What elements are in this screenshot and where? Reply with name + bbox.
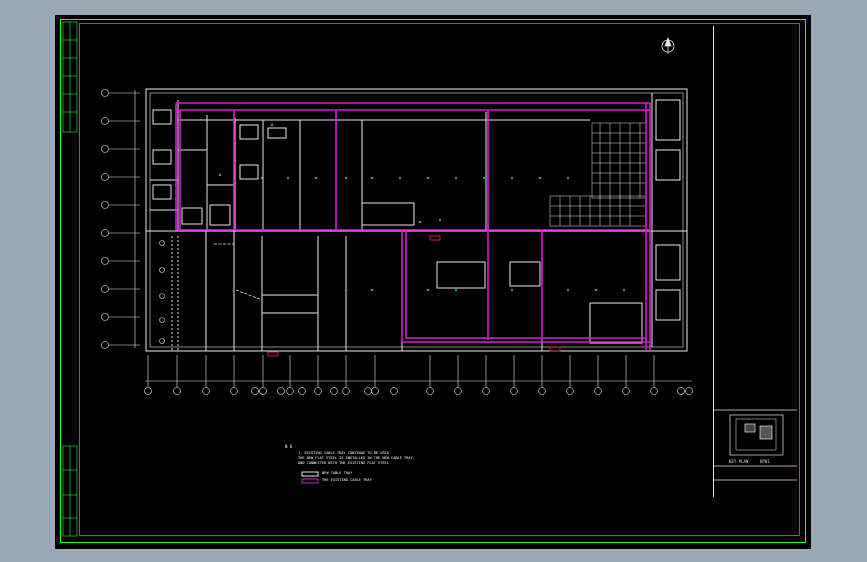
floor-plan-drawing: [62, 21, 797, 537]
note-line-3: AND CONNECTED WITH THE EXISTING FLAT STE…: [298, 461, 389, 465]
notes-title: N O: [285, 444, 293, 449]
grid-column-markers: [144, 355, 693, 395]
new-cable-tray: [214, 235, 263, 345]
key-plan-title: KEY PLAN: [729, 459, 749, 464]
note-line-1: 1. EXISTING CABLE TRAY CONTINUE TO BE US…: [298, 451, 389, 455]
note-line-2: THE NEW FLAT STEEL IS INSTALLED IN THE N…: [298, 456, 415, 460]
legend-swatches: [301, 471, 319, 484]
building-walls: [145, 88, 688, 352]
revision-strip: [62, 21, 78, 537]
grid-row-markers: [101, 89, 165, 349]
light-fixtures: [219, 124, 625, 291]
north-arrow-icon: [661, 36, 675, 54]
desk-grid: [549, 122, 647, 227]
legend-existing-tray-label: THE EXISTING CABLE TRAY: [322, 478, 372, 482]
existing-cable-tray: [175, 102, 651, 350]
title-block: [714, 409, 797, 481]
legend-new-tray-label: NEW CABLE TRAY: [322, 471, 353, 475]
sheet-code: KP01: [760, 459, 770, 464]
